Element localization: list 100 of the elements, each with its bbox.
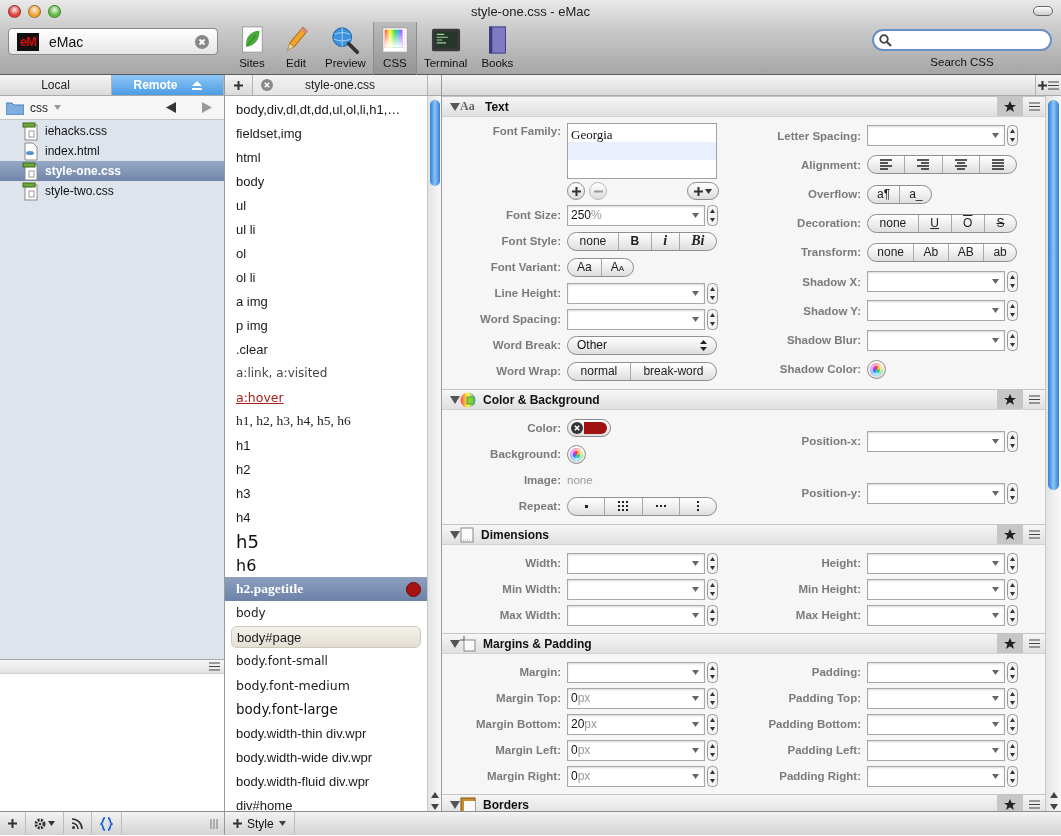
stepper[interactable]	[1007, 430, 1018, 452]
toolbar-button[interactable]: Preview	[318, 22, 373, 75]
toolbar-button[interactable]: Sites	[230, 22, 274, 75]
value-field[interactable]: 0px	[567, 765, 705, 787]
selector-item[interactable]: fieldset,img	[225, 121, 427, 145]
value-field[interactable]: 250%	[567, 204, 705, 226]
add-style-button[interactable]: Style	[225, 812, 295, 835]
selector-item[interactable]: h2	[225, 457, 427, 481]
disclosure-triangle-icon[interactable]	[450, 799, 460, 810]
add-menu-button[interactable]	[687, 182, 719, 200]
stepper[interactable]	[1007, 300, 1018, 322]
file-item[interactable]: iehacks.css	[0, 121, 224, 141]
selector-item[interactable]: a:link, a:visited	[225, 361, 427, 385]
document-tab[interactable]: style-one.css	[253, 75, 428, 95]
segmented-control[interactable]: none Ab AB ab	[867, 243, 1017, 262]
segment-button[interactable]: Bi	[678, 232, 716, 250]
color-well[interactable]	[567, 419, 611, 437]
value-field[interactable]	[867, 482, 1005, 504]
caret-icon[interactable]	[54, 105, 61, 110]
list-item[interactable]: Georgia	[568, 124, 716, 142]
stepper[interactable]	[1007, 765, 1018, 787]
folder-name[interactable]: css	[30, 100, 48, 115]
value-field[interactable]: 0px	[567, 739, 705, 761]
stepper[interactable]	[707, 578, 718, 600]
segmented-control[interactable]	[567, 496, 717, 516]
segmented-control[interactable]: none U O S	[867, 213, 1017, 233]
selector-item[interactable]: body#page	[231, 626, 421, 648]
segmented-control[interactable]: normal break-word	[567, 361, 717, 381]
value-field[interactable]	[567, 604, 705, 626]
toolbar-button[interactable]: Books	[474, 22, 521, 75]
selector-item[interactable]: body	[225, 169, 427, 193]
segment-button[interactable]: a_	[899, 185, 932, 203]
value-field[interactable]	[567, 282, 705, 304]
stepper[interactable]	[1007, 552, 1018, 574]
selector-item[interactable]: body.font-large	[225, 697, 427, 721]
segmented-control[interactable]: Aa Aa	[567, 257, 635, 277]
stepper[interactable]	[1007, 482, 1018, 504]
value-field[interactable]	[567, 308, 705, 330]
selector-item[interactable]: h1, h2, h3, h4, h5, h6	[225, 409, 427, 433]
value-field[interactable]	[867, 578, 1005, 600]
segment-button[interactable]: O	[950, 214, 984, 232]
segment-button[interactable]: AB	[947, 244, 984, 261]
selector-item[interactable]: a:hover	[225, 385, 427, 409]
selector-item[interactable]: body.font-small	[225, 649, 427, 673]
toolbar-button[interactable]: Terminal	[416, 22, 475, 75]
selector-item[interactable]: ol li	[225, 265, 427, 289]
clear-icon[interactable]	[571, 422, 583, 434]
stepper[interactable]	[1007, 661, 1018, 683]
scroll-arrows-icon[interactable]	[1048, 791, 1059, 811]
selector-item[interactable]: ul	[225, 193, 427, 217]
stepper[interactable]	[707, 604, 718, 626]
segment-button[interactable]: Ab	[913, 244, 948, 261]
window-control[interactable]	[8, 4, 21, 18]
color-well[interactable]	[867, 359, 886, 379]
segmented-control[interactable]	[867, 155, 1017, 175]
site-selector[interactable]: eM eMac	[8, 28, 218, 55]
value-field[interactable]: 20px	[567, 713, 705, 735]
selector-item[interactable]: h5	[225, 529, 427, 553]
segment-button[interactable]: i	[650, 232, 679, 250]
search-field[interactable]	[872, 29, 1052, 51]
stepper[interactable]	[1007, 271, 1018, 293]
stepper[interactable]	[1007, 713, 1018, 735]
sidebar-tab[interactable]: Local	[0, 75, 112, 95]
forward-arrow-icon[interactable]	[202, 102, 212, 113]
value-field[interactable]	[867, 604, 1005, 626]
segment-button[interactable]: none	[868, 214, 918, 232]
value-field[interactable]	[867, 329, 1005, 351]
segment-button[interactable]: normal	[568, 362, 630, 380]
color-well[interactable]	[567, 444, 586, 464]
selector-item[interactable]: a img	[225, 289, 427, 313]
selector-item[interactable]: body,div,dl,dt,dd,ul,ol,li,h1,…	[225, 97, 427, 121]
stepper[interactable]	[1007, 739, 1018, 761]
favorite-button[interactable]	[997, 634, 1023, 653]
scroll-thumb[interactable]	[1048, 100, 1059, 490]
selector-item[interactable]: html	[225, 145, 427, 169]
toolbar-button[interactable]: CSS	[372, 22, 417, 75]
selector-item[interactable]: .clear	[225, 337, 427, 361]
window-control[interactable]	[28, 4, 41, 18]
disclosure-triangle-icon[interactable]	[450, 638, 460, 649]
file-item[interactable]: index.html	[0, 141, 224, 161]
disclosure-triangle-icon[interactable]	[450, 394, 460, 405]
stepper[interactable]	[707, 739, 718, 761]
disclosure-triangle-icon[interactable]	[450, 101, 460, 112]
selector-item[interactable]: body	[225, 601, 427, 625]
value-field[interactable]	[567, 661, 705, 683]
stepper[interactable]	[707, 204, 718, 226]
scrollbar[interactable]	[1045, 96, 1061, 811]
disclosure-triangle-icon[interactable]	[450, 529, 460, 540]
selector-item[interactable]: p img	[225, 313, 427, 337]
selector-item[interactable]: ul li	[225, 217, 427, 241]
selector-item[interactable]: h4	[225, 505, 427, 529]
segment-button[interactable]: ab	[983, 244, 1016, 261]
scroll-arrows-icon[interactable]	[429, 791, 440, 811]
popup-button[interactable]: Other	[567, 335, 717, 355]
stepper[interactable]	[1007, 329, 1018, 351]
value-field[interactable]	[567, 578, 705, 600]
toolbar-toggle-button[interactable]	[1033, 6, 1053, 16]
window-control[interactable]	[48, 4, 61, 18]
segmented-control[interactable]: none B i Bi	[567, 231, 717, 251]
favorite-button[interactable]	[997, 525, 1023, 544]
